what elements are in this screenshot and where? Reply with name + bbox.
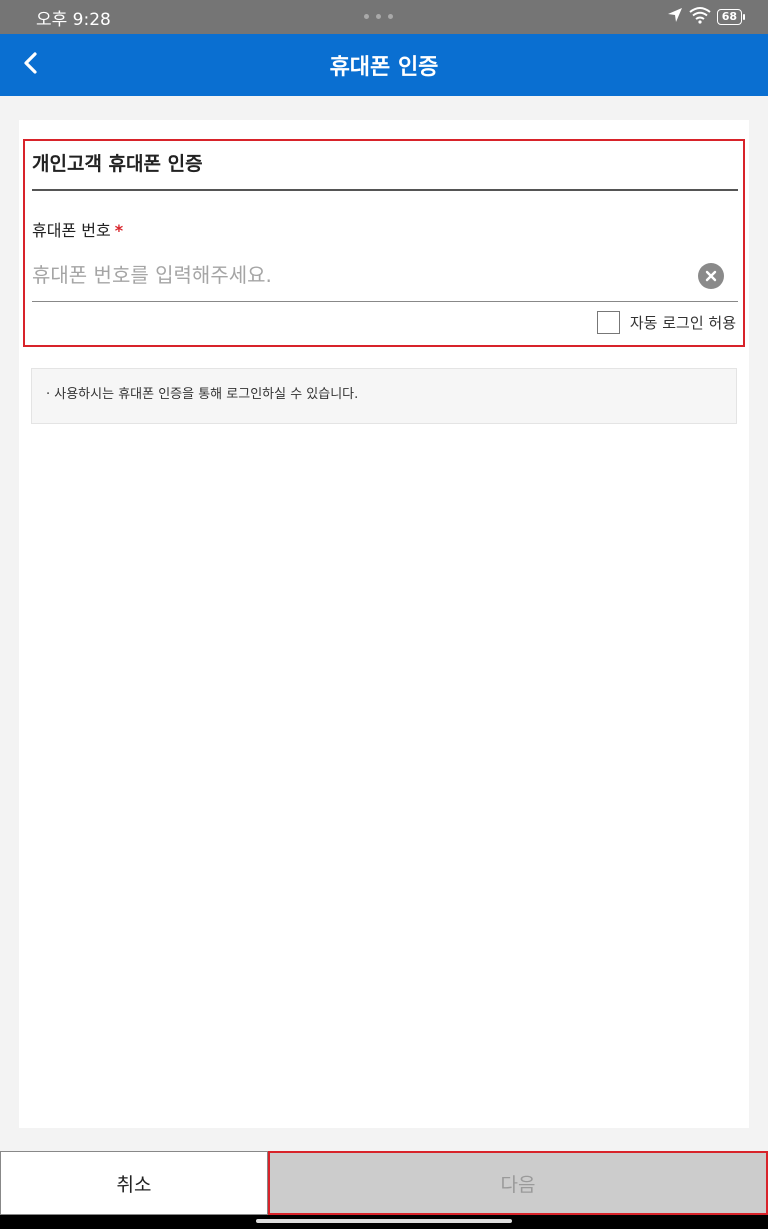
back-button[interactable]: [10, 44, 52, 86]
title-divider: [32, 189, 738, 191]
bottom-action-bar: 취소 다음: [0, 1151, 768, 1215]
content-panel: 개인고객 휴대폰 인증 휴대폰 번호* 자동 로그인 허용 · 사용하시는 휴대…: [19, 120, 749, 1128]
app-header: 휴대폰 인증: [0, 34, 768, 96]
phone-auth-section: 개인고객 휴대폰 인증 휴대폰 번호* 자동 로그인 허용: [23, 139, 745, 347]
clear-circle-icon: [705, 267, 717, 286]
system-nav-bar: [0, 1215, 768, 1229]
clear-input-button[interactable]: [698, 263, 724, 289]
auto-login-toggle[interactable]: 자동 로그인 허용: [596, 311, 736, 334]
info-notice: · 사용하시는 휴대폰 인증을 통해 로그인하실 수 있습니다.: [31, 368, 737, 424]
input-underline: [32, 301, 738, 302]
auto-login-checkbox[interactable]: [596, 311, 620, 334]
status-icons: 68: [667, 6, 746, 29]
cancel-button[interactable]: 취소: [0, 1151, 268, 1215]
status-bar: 오후 9:28 68: [0, 0, 768, 34]
status-time: 오후 9:28: [36, 9, 111, 30]
phone-label: 휴대폰 번호 *: [32, 217, 123, 241]
auto-login-label: 자동 로그인 허용: [629, 314, 736, 332]
wifi-icon: [689, 6, 711, 29]
status-dots: [364, 14, 393, 19]
phone-input[interactable]: [32, 255, 692, 295]
section-title: 개인고객 휴대폰 인증: [32, 153, 203, 175]
chevron-left-icon: [21, 51, 41, 79]
battery-icon: 68: [716, 9, 746, 25]
required-mark: *: [114, 221, 124, 240]
phone-label-text: 휴대폰 번호: [32, 221, 111, 240]
page-title: 휴대폰 인증: [329, 55, 439, 80]
location-icon: [667, 7, 683, 28]
next-button[interactable]: 다음: [268, 1151, 768, 1215]
home-handle[interactable]: [256, 1219, 512, 1223]
notice-text: · 사용하시는 휴대폰 인증을 통해 로그인하실 수 있습니다.: [46, 387, 359, 402]
